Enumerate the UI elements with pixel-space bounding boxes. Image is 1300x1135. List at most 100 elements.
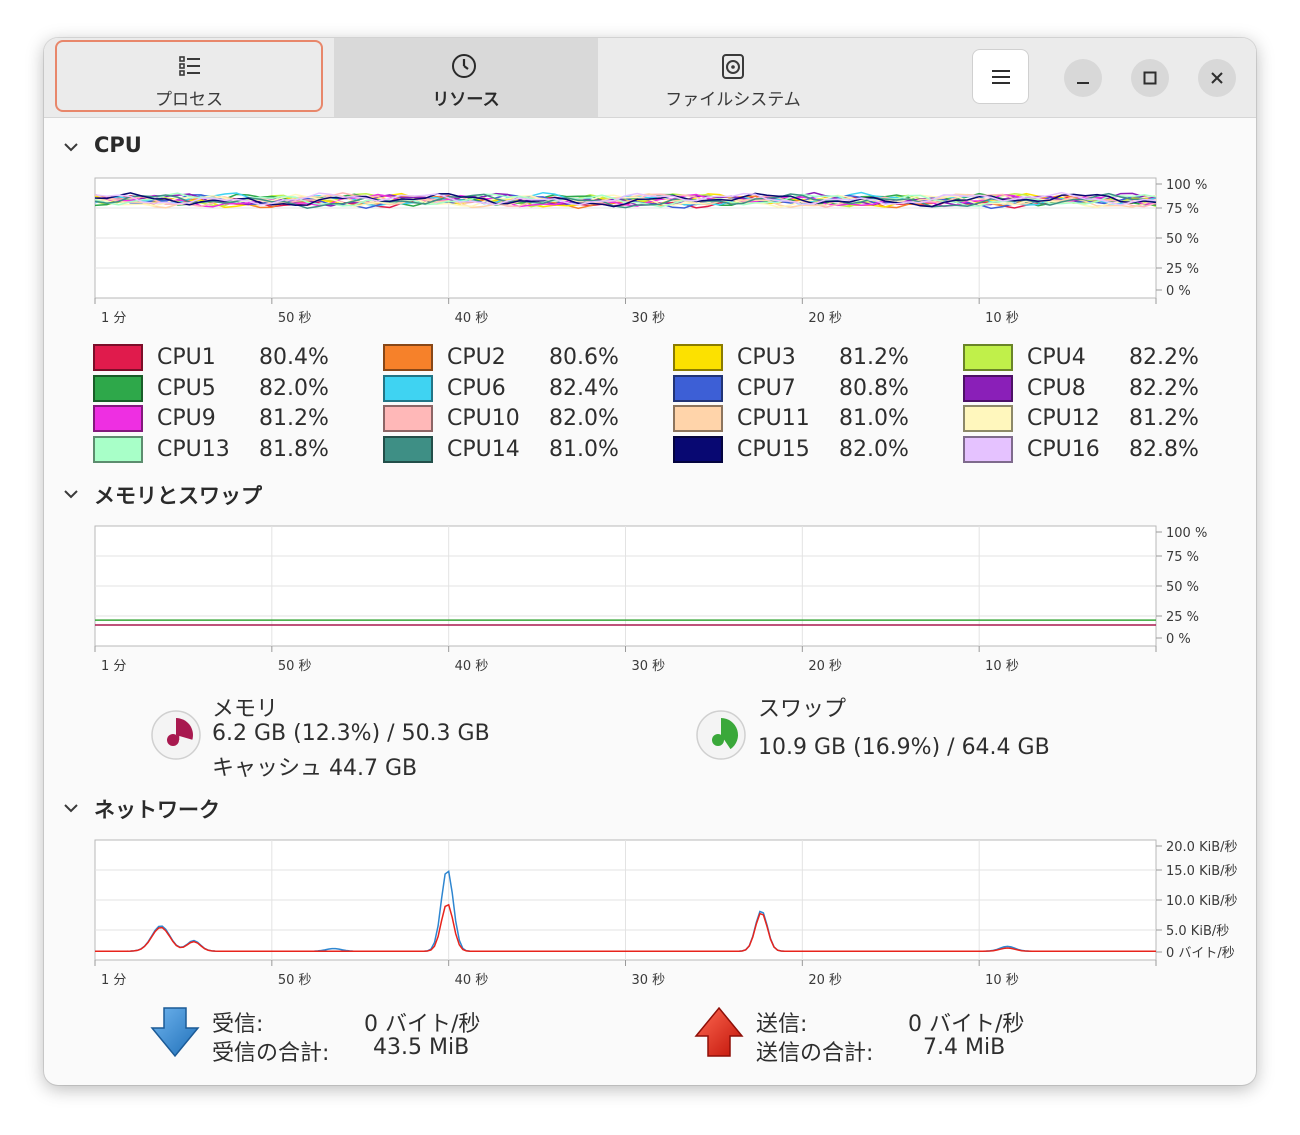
cpu-color-swatch[interactable] — [963, 374, 1013, 402]
cpu-legend-value: 81.0% — [839, 406, 909, 431]
minimize-button[interactable] — [1064, 59, 1102, 97]
send-value: 0 バイト/秒 — [908, 1012, 1025, 1037]
send-total-label: 送信の合計: — [756, 1041, 874, 1066]
cpu-legend-name: CPU10 — [447, 406, 520, 431]
cpu-legend-item[interactable]: CPU12 81.2% — [963, 405, 1233, 435]
cpu-legend-item[interactable]: CPU6 82.4% — [383, 374, 653, 405]
cpu-legend-item[interactable]: CPU10 82.0% — [383, 405, 653, 435]
cpu-legend-value: 81.2% — [259, 406, 329, 431]
cpu-legend-item[interactable]: CPU15 82.0% — [673, 435, 943, 466]
close-button[interactable] — [1198, 59, 1236, 97]
cpu-section-title: CPU — [94, 133, 142, 157]
cpu-legend-name: CPU9 — [157, 406, 216, 431]
cpu-legend-value: 82.4% — [549, 375, 619, 401]
cpu-collapse-chevron-icon[interactable] — [63, 139, 79, 155]
cpu-legend-name: CPU14 — [447, 436, 520, 462]
cpu-legend-value: 81.8% — [259, 436, 329, 462]
network-y-tick-label: 5.0 KiB/秒 — [1166, 924, 1229, 939]
send-total-value: 7.4 MiB — [923, 1035, 1006, 1060]
cpu-color-swatch[interactable] — [673, 435, 723, 463]
cpu-y-tick-label: 50 % — [1166, 232, 1199, 247]
cpu-color-swatch[interactable] — [383, 374, 433, 402]
memory-pie-icon — [151, 710, 201, 760]
cpu-color-swatch[interactable] — [93, 374, 143, 402]
cpu-legend-item[interactable]: CPU4 82.2% — [963, 344, 1233, 374]
cpu-legend-name: CPU3 — [737, 345, 796, 370]
tab-processes[interactable]: プロセス — [44, 38, 334, 117]
cpu-legend-item[interactable]: CPU13 81.8% — [93, 435, 363, 466]
cpu-y-tick-label: 75 % — [1166, 202, 1199, 217]
cpu-color-swatch[interactable] — [673, 405, 723, 432]
network-history-graph: 20.0 KiB/秒 15.0 KiB/秒 10.0 KiB/秒 5.0 KiB/秒 0… — [94, 839, 1238, 988]
cpu-color-swatch[interactable] — [673, 344, 723, 371]
memory-y-tick-label: 25 % — [1166, 610, 1199, 625]
network-x-tick-label: 1 分 — [101, 973, 126, 988]
cpu-color-swatch[interactable] — [93, 435, 143, 463]
header-bar: プロセス リソース ファイルシステム — [44, 38, 1256, 118]
cpu-legend-name: CPU11 — [737, 406, 810, 431]
cpu-legend-item[interactable]: CPU11 81.0% — [673, 405, 943, 435]
cpu-legend-item[interactable]: CPU16 82.8% — [963, 435, 1233, 466]
cpu-legend-item[interactable]: CPU8 82.2% — [963, 374, 1233, 405]
swap-label: スワップ — [758, 697, 847, 722]
cpu-color-swatch[interactable] — [383, 344, 433, 371]
network-y-tick-label: 15.0 KiB/秒 — [1166, 864, 1238, 879]
cpu-legend-name: CPU8 — [1027, 375, 1086, 401]
cpu-color-swatch[interactable] — [383, 435, 433, 463]
memory-x-tick-label: 40 秒 — [455, 659, 489, 674]
memory-y-tick-label: 100 % — [1166, 526, 1207, 541]
cpu-color-swatch[interactable] — [93, 344, 143, 371]
cpu-legend-item[interactable]: CPU3 81.2% — [673, 344, 943, 374]
swap-pie-icon — [696, 710, 746, 760]
cpu-x-tick-label: 30 秒 — [632, 311, 666, 326]
memory-y-tick-label: 0 % — [1166, 632, 1191, 647]
cpu-color-swatch[interactable] — [383, 405, 433, 432]
cpu-legend-value: 82.2% — [1129, 345, 1199, 370]
swap-value: 10.9 GB (16.9%) / 64.4 GB — [758, 735, 1050, 760]
cpu-color-swatch[interactable] — [963, 344, 1013, 371]
cpu-y-tick-label: 25 % — [1166, 262, 1199, 277]
cpu-color-swatch[interactable] — [93, 405, 143, 432]
close-icon — [1211, 72, 1223, 84]
memory-collapse-chevron-icon[interactable] — [63, 486, 79, 502]
cpu-legend-value: 80.6% — [549, 345, 619, 370]
cpu-color-swatch[interactable] — [963, 405, 1013, 432]
upload-arrow-icon — [694, 1006, 744, 1057]
memory-value: 6.2 GB (12.3%) / 50.3 GB — [212, 721, 490, 746]
send-label: 送信: — [756, 1012, 808, 1037]
network-x-tick-label: 20 秒 — [808, 973, 842, 988]
cpu-legend-item[interactable]: CPU9 81.2% — [93, 405, 363, 435]
cpu-legend-item[interactable]: CPU2 80.6% — [383, 344, 653, 374]
cpu-legend-name: CPU16 — [1027, 436, 1100, 462]
network-x-tick-label: 50 秒 — [278, 973, 312, 988]
cpu-legend-value: 82.8% — [1129, 436, 1199, 462]
cpu-legend-item[interactable]: CPU7 80.8% — [673, 374, 943, 405]
tab-resources[interactable]: リソース — [334, 38, 598, 117]
tab-filesystems[interactable]: ファイルシステム — [598, 38, 868, 117]
cpu-legend-name: CPU6 — [447, 375, 506, 401]
cpu-legend-item[interactable]: CPU14 81.0% — [383, 435, 653, 466]
cpu-y-tick-label: 0 % — [1166, 284, 1191, 299]
memory-label: メモリ — [212, 697, 279, 722]
tab-resources-label: リソース — [432, 90, 500, 110]
system-monitor-window: プロセス リソース ファイルシステム CPU 100 % 75 % 50 % 2… — [44, 38, 1256, 1085]
maximize-button[interactable] — [1131, 59, 1169, 97]
tab-filesystems-label: ファイルシステム — [665, 90, 801, 110]
main-menu-button[interactable] — [972, 49, 1029, 104]
cpu-legend-value: 81.2% — [1129, 406, 1199, 431]
cpu-color-swatch[interactable] — [673, 374, 723, 402]
cpu-legend-value: 82.0% — [549, 406, 619, 431]
cpu-color-swatch[interactable] — [963, 435, 1013, 463]
receive-total-label: 受信の合計: — [212, 1041, 330, 1066]
cpu-legend-item[interactable]: CPU5 82.0% — [93, 374, 363, 405]
disk-icon — [722, 54, 744, 79]
cpu-legend-item[interactable]: CPU1 80.4% — [93, 344, 363, 374]
memory-x-tick-label: 30 秒 — [632, 659, 666, 674]
cpu-legend-name: CPU12 — [1027, 406, 1100, 431]
network-collapse-chevron-icon[interactable] — [63, 800, 79, 816]
hamburger-icon — [992, 70, 1010, 84]
network-y-tick-label: 20.0 KiB/秒 — [1166, 840, 1238, 855]
memory-x-tick-label: 50 秒 — [278, 659, 312, 674]
cpu-x-tick-label: 40 秒 — [455, 311, 489, 326]
network-y-tick-label: 0 バイト/秒 — [1166, 946, 1235, 961]
